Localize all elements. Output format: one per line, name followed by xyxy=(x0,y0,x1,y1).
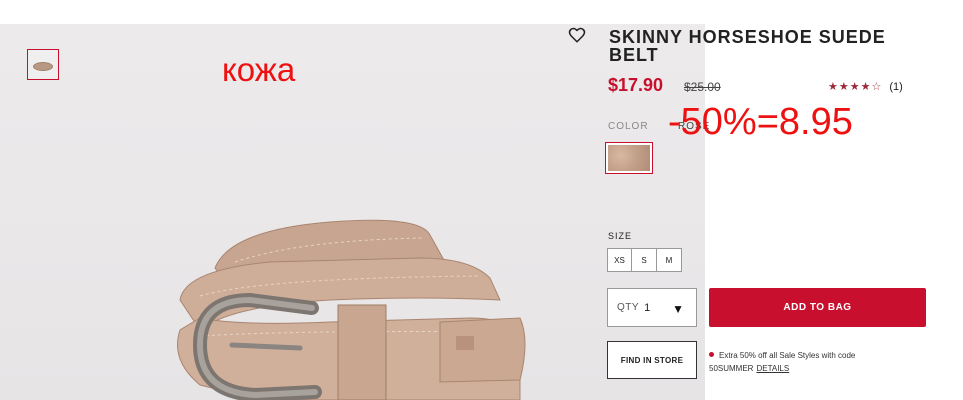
discount-annotation: -50%=8.95 xyxy=(668,101,853,143)
quantity-value: 1 xyxy=(644,301,651,314)
bullet-dot-icon xyxy=(709,352,714,357)
size-option-m[interactable]: M xyxy=(657,248,682,272)
color-label: COLOR xyxy=(608,121,649,132)
size-selector: XS S M xyxy=(607,248,682,272)
caret-down-icon: ▼ xyxy=(672,302,684,316)
original-price: $25.00 xyxy=(684,80,721,94)
size-option-s[interactable]: S xyxy=(632,248,657,272)
product-image xyxy=(177,219,526,400)
sale-price: $17.90 xyxy=(608,75,664,95)
material-annotation: кожа xyxy=(222,51,296,88)
promo-message: Extra 50% off all Sale Styles with code … xyxy=(709,349,909,375)
size-option-xs[interactable]: XS xyxy=(607,248,632,272)
quantity-label: QTY xyxy=(617,302,640,313)
color-swatch-rose[interactable] xyxy=(605,142,653,174)
product-title: SKINNY HORSESHOE SUEDE BELT xyxy=(609,27,886,65)
swatch-fill xyxy=(608,145,650,171)
rating-count: (1) xyxy=(889,81,903,93)
thumbnail-image[interactable] xyxy=(27,49,59,80)
add-to-bag-button[interactable]: ADD TO BAG xyxy=(709,288,926,327)
heart-outline-icon[interactable] xyxy=(568,26,586,44)
product-rating[interactable]: ★★★★☆ (1) xyxy=(828,80,903,93)
size-label: SIZE xyxy=(608,231,633,241)
find-in-store-button[interactable]: FIND IN STORE xyxy=(607,341,697,379)
promo-details-link[interactable]: DETAILS xyxy=(756,364,789,373)
thumbnail-belt-image xyxy=(33,62,53,71)
rating-stars-icon: ★★★★☆ xyxy=(828,81,883,93)
quantity-select[interactable]: QTY 1 ▼ xyxy=(607,288,697,327)
